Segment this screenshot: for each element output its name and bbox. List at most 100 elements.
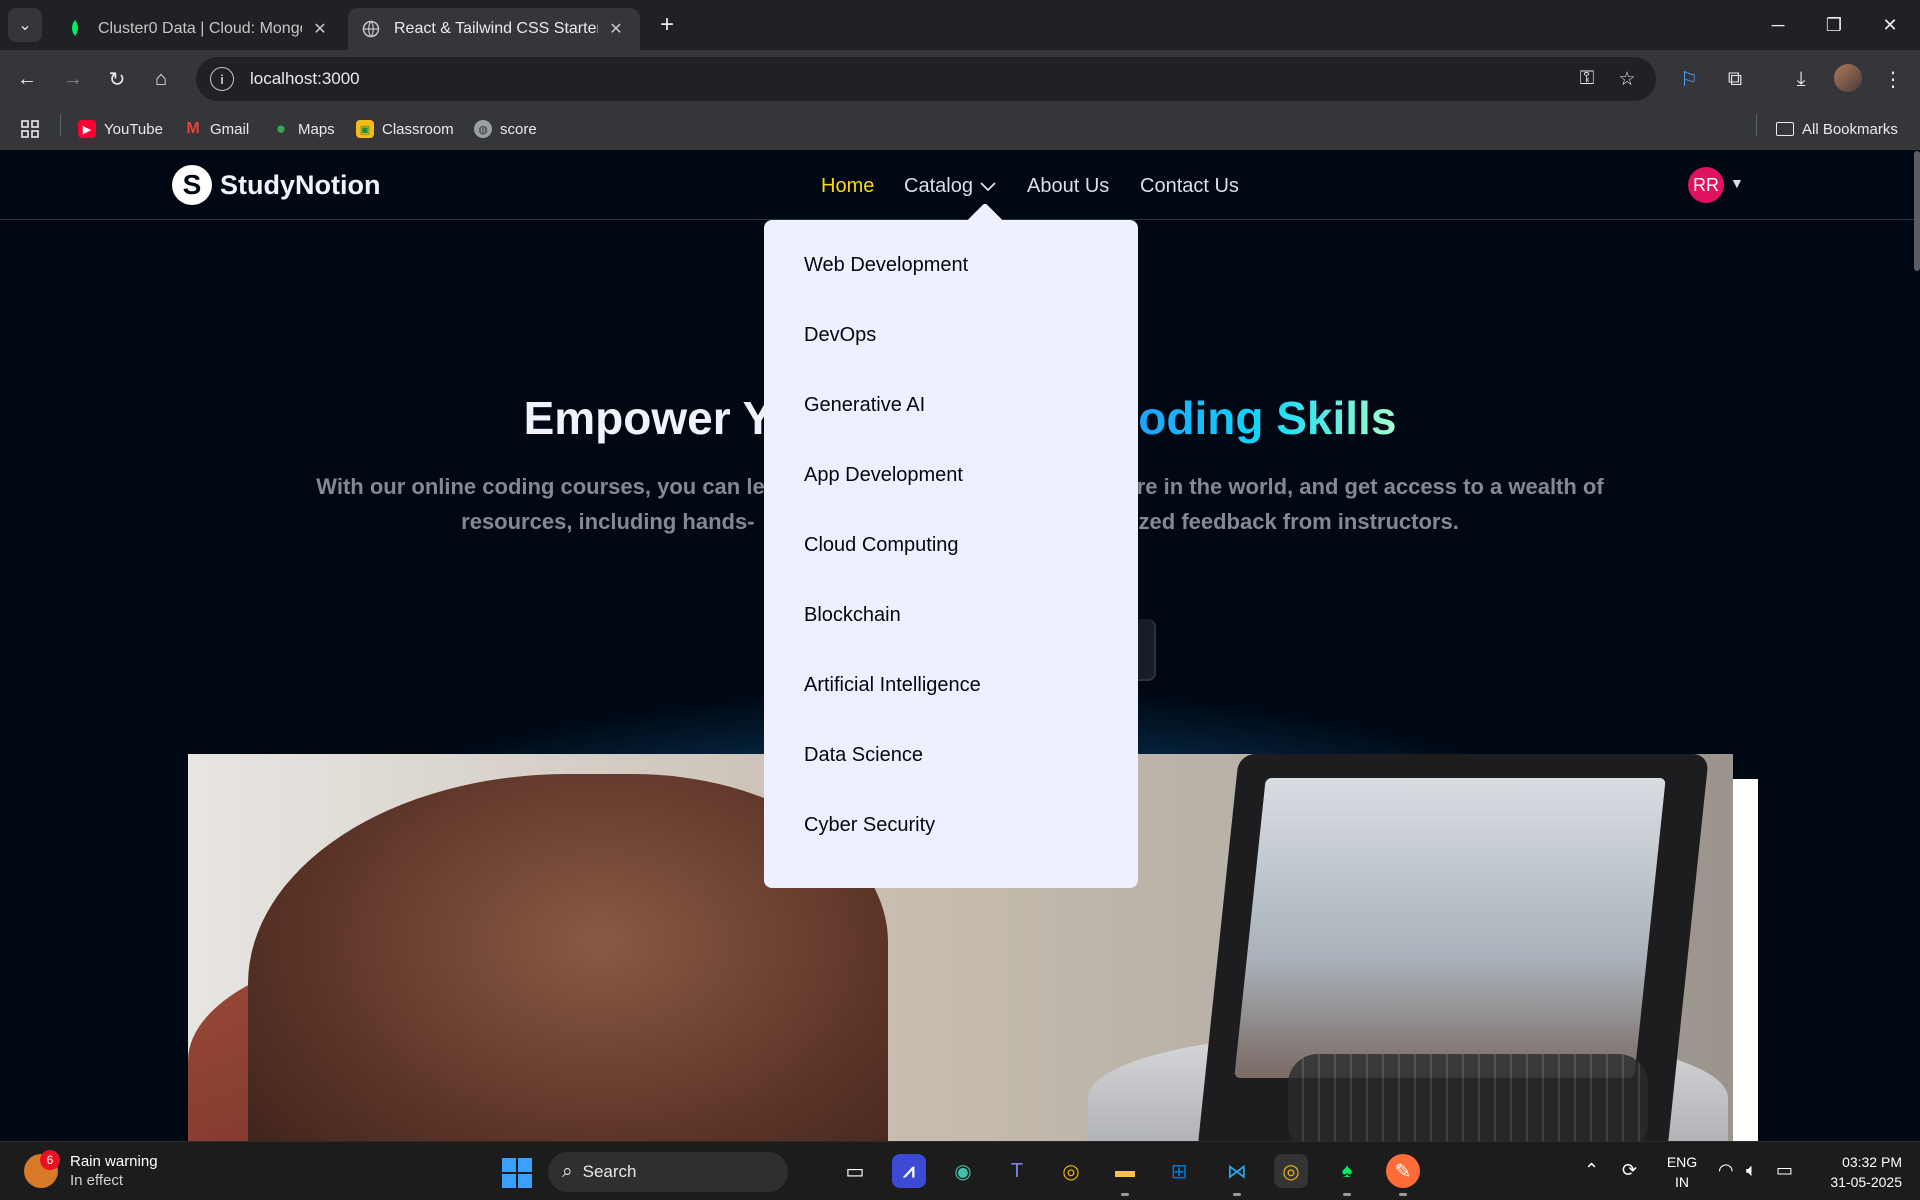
edge-icon[interactable]: ◉ [946,1154,980,1188]
tab-title: Cluster0 Data | Cloud: MongoDB [98,20,302,37]
nav-home[interactable]: Home [821,175,874,198]
volume-icon[interactable]: 🔈︎ [1746,1160,1757,1181]
wifi-icon[interactable]: ◠ [1718,1160,1734,1181]
catalog-item[interactable]: Cloud Computing [804,534,959,557]
task-view-icon[interactable]: ▭ [838,1154,872,1188]
hero-subtitle-text: resources, including hands- [461,509,755,534]
forward-icon[interactable]: → [56,62,90,96]
kebab-menu-icon[interactable]: ⋮ [1876,62,1910,96]
weather-warning-icon: 6 [24,1150,60,1188]
tab-search-button[interactable]: ⌄ [8,8,42,42]
maps-pin-icon: ● [275,119,287,138]
language-code: ENG [1666,1154,1698,1170]
chevron-down-icon [979,175,997,198]
tab-bar: ⌄ Cluster0 Data | Cloud: MongoDB ✕ React… [0,0,1920,50]
weather-title: Rain warning [70,1153,158,1170]
sync-icon[interactable]: ⟳ [1622,1160,1637,1181]
catalog-item[interactable]: Cyber Security [804,814,935,837]
hero-subtitle-text: With our online coding courses, you can … [316,474,765,499]
user-avatar[interactable]: RR [1688,167,1724,203]
store-icon[interactable]: ⊞ [1162,1154,1196,1188]
bookmark-gmail[interactable]: M Gmail [184,118,249,140]
new-tab-button[interactable]: + [652,10,682,40]
tab-mongodb[interactable]: Cluster0 Data | Cloud: MongoDB ✕ [52,8,344,50]
windows-start-icon[interactable] [502,1158,532,1188]
bookmark-label: Maps [298,120,335,138]
bookmark-classroom[interactable]: ▣ Classroom [356,118,454,140]
app-icon[interactable]: ⩘ [892,1154,926,1188]
mongodb-compass-icon[interactable]: ♠ [1330,1154,1364,1196]
chevron-up-icon[interactable]: ⌃ [1584,1160,1599,1181]
bookmark-maps[interactable]: ● Maps [272,118,335,140]
catalog-item[interactable]: DevOps [804,324,876,347]
home-icon[interactable]: ⌂ [144,62,178,96]
clock-date: 31-05-2025 [1830,1174,1902,1190]
postman-icon[interactable]: ✎ [1386,1154,1420,1196]
catalog-item[interactable]: App Development [804,464,963,487]
globe-icon: ◍ [474,120,492,138]
bookmark-star-icon[interactable]: ☆ [1614,66,1640,92]
password-key-icon[interactable]: ⚿ [1574,66,1600,92]
hero-subtitle-text: re in the world, and get access to a wea… [1136,474,1604,499]
address-bar[interactable]: i localhost:3000 [196,57,1656,101]
page-scrollbar[interactable] [1914,151,1920,271]
bookmark-label: Classroom [382,120,454,138]
catalog-item[interactable]: Artificial Intelligence [804,674,981,697]
teams-icon[interactable]: T [1000,1154,1034,1188]
bookmark-score[interactable]: ◍ score [474,118,537,140]
catalog-item[interactable]: Data Science [804,744,923,767]
bookmark-divider [60,114,61,136]
search-icon: ⌕ [562,1161,573,1182]
catalog-item[interactable]: Blockchain [804,604,901,627]
site-navbar: S StudyNotion Home Catalog About Us Cont… [0,151,1920,220]
extensions-puzzle-icon[interactable]: ⧉ [1718,62,1752,96]
language-indicator[interactable]: ENG IN [1664,1152,1700,1192]
nav-catalog[interactable]: Catalog [904,175,997,198]
bookmark-label: score [500,120,537,138]
weather-widget[interactable]: 6 Rain warning In effect [24,1150,158,1190]
reload-icon[interactable]: ↻ [100,62,134,96]
tab-react-tailwind[interactable]: React & Tailwind CSS Starter Pack ✕ [348,8,640,50]
file-explorer-icon[interactable]: ▬ [1108,1154,1142,1196]
logo-text: StudyNotion [220,169,381,200]
url-text: localhost:3000 [250,69,360,88]
browser-toolbar: ← → ↻ ⌂ i localhost:3000 ⚿ ☆ ⚐ ⧉ ⤓ ⋮ [0,50,1920,108]
all-bookmarks[interactable]: All Bookmarks [1776,118,1898,140]
apps-grid-icon[interactable] [20,118,40,140]
download-icon[interactable]: ⤓ [1784,62,1818,96]
close-icon[interactable]: ✕ [606,19,626,39]
hero-subtitle-text: zed feedback from instructors. [1138,509,1459,534]
nav-contact[interactable]: Contact Us [1140,175,1239,198]
vscode-icon[interactable]: ⋈ [1220,1154,1254,1196]
video-keyboard [1288,1054,1648,1141]
catalog-item[interactable]: Web Development [804,254,968,277]
caret-down-icon[interactable]: ▼ [1730,175,1744,191]
catalog-item[interactable]: Generative AI [804,394,925,417]
battery-icon[interactable]: ▭ [1776,1160,1793,1181]
site-info-icon[interactable]: i [210,67,234,91]
globe-icon [362,20,380,38]
close-window-icon[interactable]: ✕ [1862,0,1918,50]
region-code: IN [1675,1174,1689,1190]
close-icon[interactable]: ✕ [310,19,330,39]
catalog-dropdown: Web Development DevOps Generative AI App… [764,220,1138,888]
folder-icon [1776,122,1794,136]
minimize-icon[interactable]: ─ [1750,0,1806,50]
extension-icon[interactable]: ⚐ [1672,62,1706,96]
bookmark-youtube[interactable]: ▶ YouTube [78,118,163,140]
chevron-down-icon: ⌄ [18,17,32,34]
restore-icon[interactable]: ❐ [1806,0,1862,50]
nav-about[interactable]: About Us [1027,175,1109,198]
chrome-active-icon[interactable]: ◎ [1274,1154,1308,1188]
classroom-icon: ▣ [356,120,374,138]
system-clock[interactable]: 03:32 PM 31-05-2025 [1812,1152,1902,1192]
tab-title: React & Tailwind CSS Starter Pack [394,20,598,37]
bookmark-label: All Bookmarks [1802,120,1898,138]
clock-time: 03:32 PM [1842,1154,1902,1170]
site-logo[interactable]: S StudyNotion [172,165,380,205]
bookmark-label: Gmail [210,120,250,138]
chrome-icon[interactable]: ◎ [1054,1154,1088,1188]
taskbar-search[interactable]: ⌕ Search [548,1152,788,1192]
back-icon[interactable]: ← [10,62,44,96]
profile-avatar[interactable] [1834,64,1862,92]
